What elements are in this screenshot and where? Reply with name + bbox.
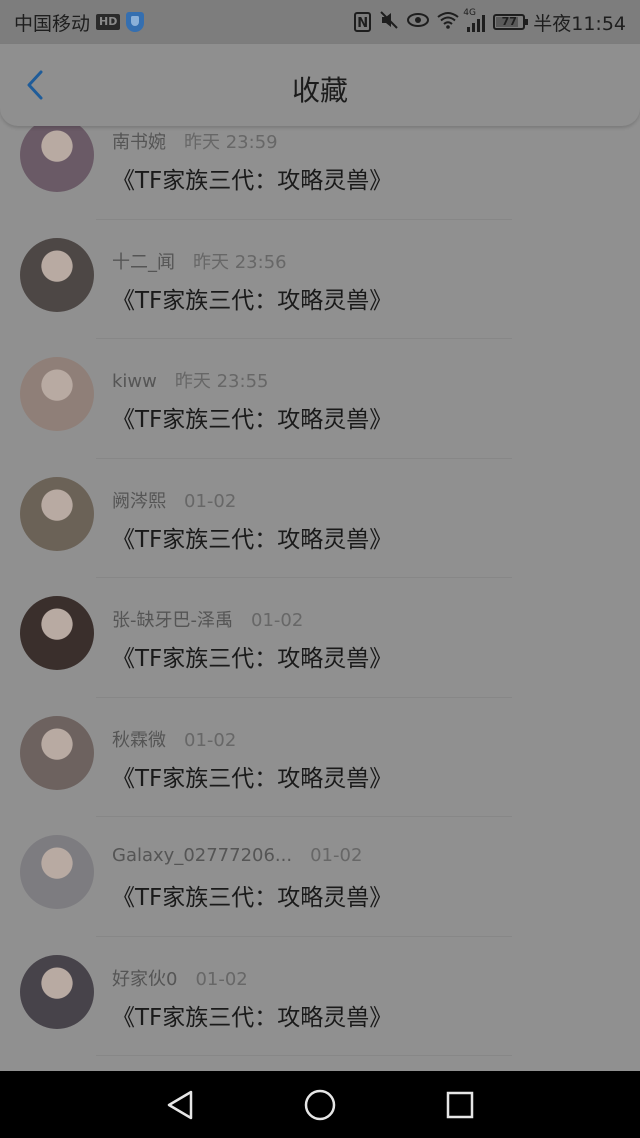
mute-icon — [379, 10, 399, 35]
avatar[interactable] — [20, 835, 94, 909]
item-meta: 秋霖微 01-02 — [112, 726, 236, 752]
item-title[interactable]: 《TF家族三代：攻略灵兽》 — [112, 161, 392, 195]
nfc-icon: N — [354, 12, 372, 32]
shield-icon — [126, 12, 145, 32]
triangle-back-icon — [167, 1090, 193, 1119]
item-title[interactable]: 《TF家族三代：攻略灵兽》 — [112, 878, 392, 912]
nav-recents-button[interactable] — [440, 1085, 480, 1125]
author-name[interactable]: 秋霖微 — [112, 730, 166, 751]
timestamp: 昨天 23:59 — [184, 132, 278, 153]
author-name[interactable]: Galaxy_02777206... — [112, 845, 292, 866]
author-name[interactable]: 十二_闻 — [112, 252, 175, 273]
item-title[interactable]: 《TF家族三代：攻略灵兽》 — [112, 400, 392, 434]
signal-icon: 4G — [463, 8, 486, 32]
favorite-item[interactable]: 张-缺牙巴-泽禹 01-02 《TF家族三代：攻略灵兽》 — [0, 578, 640, 698]
avatar[interactable] — [20, 118, 94, 192]
timestamp: 01-02 — [184, 490, 237, 512]
avatar[interactable] — [20, 596, 94, 670]
author-name[interactable]: 好家伙0 — [112, 969, 177, 990]
item-title[interactable]: 《TF家族三代：攻略灵兽》 — [112, 998, 392, 1032]
avatar[interactable] — [20, 237, 94, 312]
favorite-item[interactable]: 阙涔熙 01-02 《TF家族三代：攻略灵兽》 — [0, 459, 640, 578]
timestamp: 01-02 — [195, 968, 248, 990]
timestamp: 01-02 — [184, 729, 237, 751]
item-meta: 好家伙0 01-02 — [112, 965, 248, 991]
timestamp: 昨天 23:55 — [174, 371, 269, 392]
item-title[interactable]: 《TF家族三代：攻略灵兽》 — [112, 281, 392, 315]
battery-icon: 77 — [493, 14, 529, 30]
timestamp: 昨天 23:56 — [193, 251, 287, 273]
clock: 半夜11:54 — [533, 12, 626, 35]
favorites-list: 南书婉 昨天 23:59 《TF家族三代：攻略灵兽》 十二_闻 昨天 23:56 《TF家… — [0, 100, 640, 1056]
favorite-item[interactable]: Galaxy_02777206... 01-02 《TF家族三代：攻略灵兽》 — [0, 817, 640, 937]
favorite-item[interactable]: 十二_闻 昨天 23:56 《TF家族三代：攻略灵兽》 — [0, 220, 640, 339]
status-right: N 4G 77 半夜11:54 — [354, 8, 626, 36]
author-name[interactable]: kiww — [112, 371, 157, 392]
favorites-screen: 中国移动 HD N 4G 77 半夜11:54 南书婉 昨天 23:59 《TF… — [0, 0, 640, 1138]
header: 收藏 — [0, 44, 640, 126]
item-meta: Galaxy_02777206... 01-02 — [112, 845, 362, 866]
item-title[interactable]: 《TF家族三代：攻略灵兽》 — [112, 639, 392, 673]
author-name[interactable]: 阙涔熙 — [112, 491, 166, 512]
favorite-item[interactable]: 秋霖微 01-02 《TF家族三代：攻略灵兽》 — [0, 698, 640, 817]
system-nav-bar — [0, 1071, 640, 1138]
favorite-item[interactable]: 好家伙0 01-02 《TF家族三代：攻略灵兽》 — [0, 937, 640, 1056]
avatar[interactable] — [20, 954, 94, 1029]
wifi-icon — [437, 11, 459, 34]
battery-level: 77 — [501, 15, 517, 28]
item-title[interactable]: 《TF家族三代：攻略灵兽》 — [112, 520, 392, 554]
carrier-label: 中国移动 — [14, 12, 91, 35]
page-title: 收藏 — [291, 74, 348, 107]
eye-icon — [407, 12, 430, 33]
nav-home-button[interactable] — [300, 1085, 340, 1125]
item-meta: kiww 昨天 23:55 — [112, 367, 268, 393]
divider — [96, 1055, 512, 1056]
status-bar: 中国移动 HD N 4G 77 半夜11:54 — [0, 0, 640, 44]
status-left: 中国移动 HD — [14, 9, 145, 36]
hd-badge: HD — [96, 14, 121, 30]
avatar[interactable] — [20, 715, 94, 790]
timestamp: 01-02 — [251, 610, 304, 631]
favorite-item[interactable]: kiww 昨天 23:55 《TF家族三代：攻略灵兽》 — [0, 339, 640, 459]
item-meta: 张-缺牙巴-泽禹 01-02 — [112, 606, 303, 632]
circle-home-icon — [304, 1089, 336, 1120]
timestamp: 01-02 — [310, 845, 363, 866]
item-meta: 阙涔熙 01-02 — [112, 487, 236, 513]
square-recents-icon — [446, 1091, 474, 1118]
author-name[interactable]: 南书婉 — [112, 132, 166, 153]
item-meta: 十二_闻 昨天 23:56 — [112, 248, 287, 274]
item-title[interactable]: 《TF家族三代：攻略灵兽》 — [112, 759, 392, 793]
nav-back-button[interactable] — [160, 1085, 200, 1125]
avatar[interactable] — [20, 476, 94, 551]
author-name[interactable]: 张-缺牙巴-泽禹 — [112, 610, 233, 631]
network-tag: 4G — [463, 8, 476, 18]
avatar[interactable] — [20, 357, 94, 431]
item-meta: 南书婉 昨天 23:59 — [112, 128, 278, 154]
